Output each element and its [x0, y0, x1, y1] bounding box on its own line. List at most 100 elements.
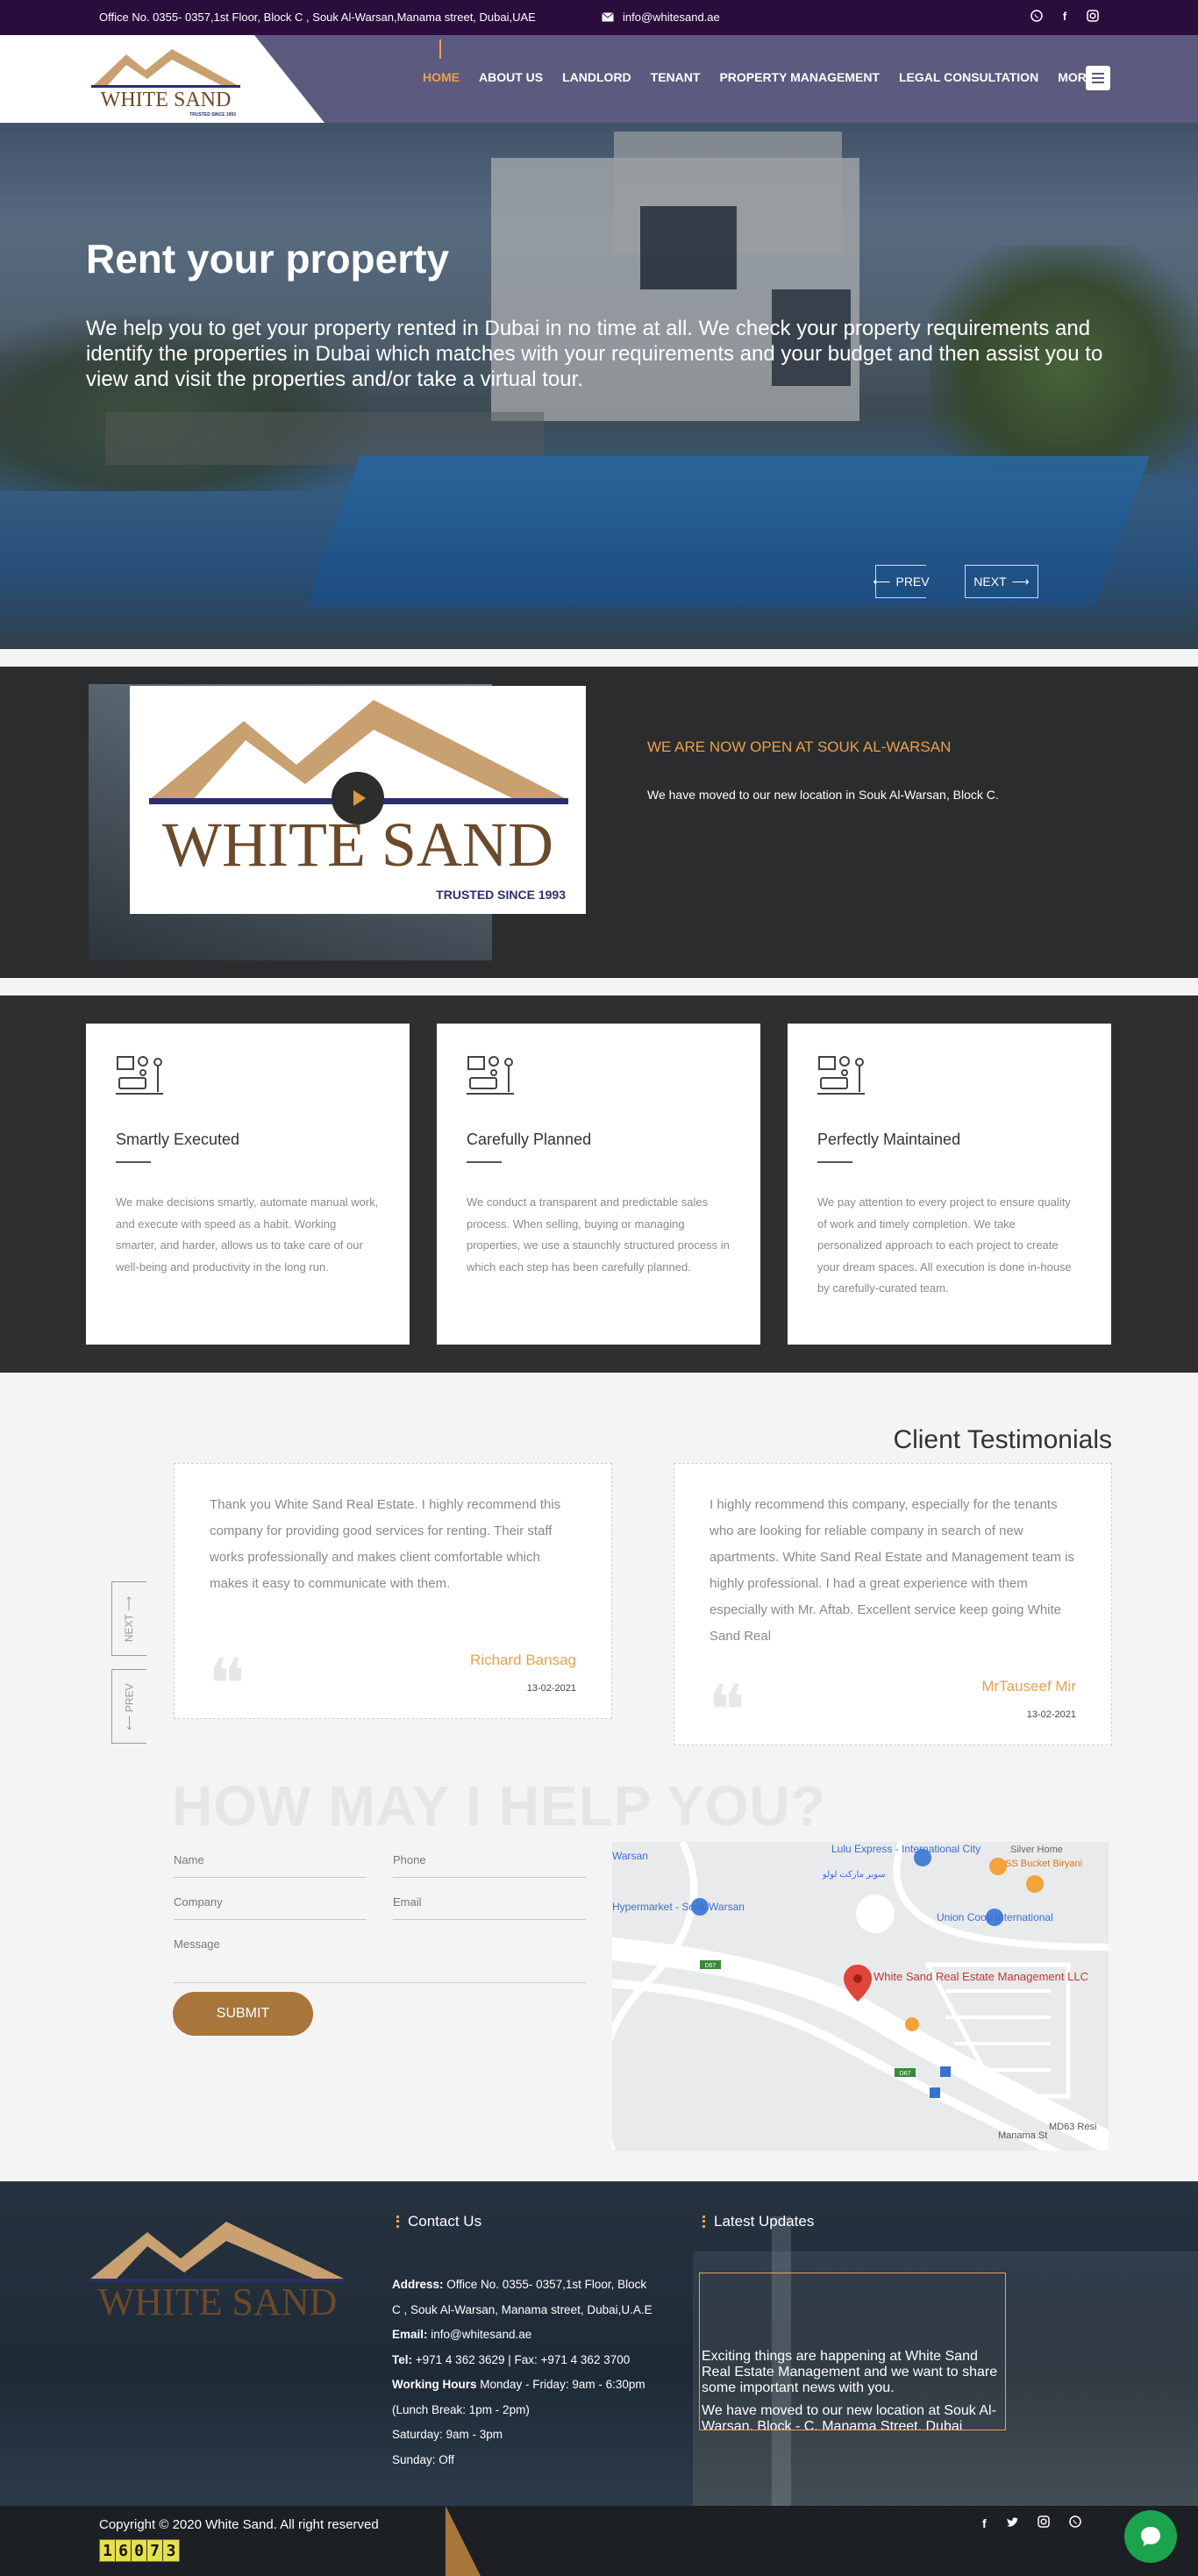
chat-bubble-icon[interactable] [1124, 2510, 1177, 2563]
hero-slider: Rent your property We help you to get yo… [0, 123, 1198, 649]
whatsapp-icon[interactable] [1068, 2515, 1081, 2530]
footer-contact-title: Contact Us [408, 2213, 482, 2230]
hero-prev-button[interactable]: ⟵ PREV [873, 565, 930, 598]
nav-active-marker [439, 39, 441, 59]
feature-card: Perfectly Maintained We pay attention to… [788, 1024, 1111, 1345]
footer-sunday: Sunday: Off [392, 2452, 455, 2466]
whatsapp-icon[interactable] [1030, 9, 1044, 23]
hero-next-button[interactable]: NEXT ⟶ [965, 565, 1038, 598]
footer-updates-title: Latest Updates [714, 2213, 815, 2230]
living-room-icon [817, 1056, 865, 1095]
restaurant-pin-icon[interactable] [905, 2017, 919, 2031]
testimonials-title: Client Testimonials [893, 1425, 1112, 1454]
phone-field[interactable]: Phone [393, 1853, 586, 1878]
counter-digit: 6 [116, 2540, 132, 2561]
email-field[interactable]: Email [393, 1895, 586, 1920]
road-sign-d67-label: D67 [705, 1963, 717, 1969]
map-label-hypermarket: Hypermarket - Souk Warsan [612, 1901, 745, 1913]
company-field[interactable]: Company [174, 1895, 367, 1920]
instagram-icon[interactable] [1086, 9, 1100, 23]
heading-dots-icon [702, 2216, 705, 2228]
email-link[interactable]: info@whitesand.ae [602, 11, 720, 24]
update-item: Exciting things are happening at White S… [702, 2349, 998, 2395]
phone-placeholder: Phone [393, 1853, 426, 1866]
bus-stop-icon[interactable] [930, 2087, 940, 2098]
video-heading: WE ARE NOW OPEN AT SOUK AL-WARSAN [647, 739, 952, 755]
map-label-manama-st: Manama St [998, 2130, 1047, 2141]
submit-button[interactable]: SUBMIT [173, 1992, 313, 2036]
address-label: Address: [392, 2278, 444, 2291]
arrow-left-icon: ⟵ [873, 574, 891, 589]
copyright-text: Copyright © 2020 White Sand. All right r… [99, 2517, 379, 2532]
video-logo-tagline: TRUSTED SINCE 1993 [436, 888, 566, 902]
footer-tel[interactable]: +971 4 362 3629 | Fax: +971 4 362 3700 [416, 2353, 630, 2366]
instagram-icon[interactable] [1037, 2515, 1050, 2530]
hamburger-menu-icon[interactable] [1086, 66, 1110, 90]
feature-text: We conduct a transparent and predictable… [467, 1195, 730, 1274]
counter-digit: 7 [147, 2540, 163, 2561]
email-placeholder: Email [393, 1895, 422, 1909]
quote-icon: ❝ [708, 1670, 746, 1752]
logo-tagline: TRUSTED SINCE 1993 [189, 112, 236, 118]
play-icon[interactable] [332, 772, 384, 824]
counter-digit: 3 [163, 2540, 179, 2561]
nav-landlord[interactable]: LANDLORD [562, 70, 631, 84]
testimonial-next-button[interactable]: NEXT ⟶ [111, 1581, 146, 1656]
message-field[interactable]: Message [174, 1937, 586, 1983]
footer-saturday: Saturday: 9am - 3pm [392, 2428, 503, 2441]
bus-stop-icon[interactable] [940, 2066, 951, 2077]
logo-wordmark: WHITE SAND [101, 89, 232, 111]
name-placeholder: Name [174, 1853, 204, 1866]
footer-contact-info: Address: Office No. 0355- 0357,1st Floor… [392, 2273, 655, 2473]
main-nav: HOME ABOUT US LANDLORD TENANT PROPERTY M… [423, 70, 1095, 84]
bottom-social-links: f [982, 2515, 1081, 2530]
name-field[interactable]: Name [174, 1853, 367, 1878]
testimonial-date: 13-02-2021 [526, 1683, 576, 1694]
road-sign-d67-label: D67 [900, 2071, 911, 2077]
nav-legal-consultation[interactable]: LEGAL CONSULTATION [899, 70, 1038, 84]
nav-property-management[interactable]: PROPERTY MANAGEMENT [719, 70, 880, 84]
restaurant-pin-icon[interactable] [989, 1858, 1007, 1875]
restaurant-pin-icon[interactable] [1026, 1875, 1044, 1893]
nav-home[interactable]: HOME [423, 70, 460, 84]
arrow-right-icon: ⟶ [1011, 574, 1030, 589]
top-bar: Office No. 0355- 0357,1st Floor, Block C… [0, 0, 1198, 35]
feature-text: We pay attention to every project to ens… [817, 1195, 1072, 1295]
feature-divider [116, 1161, 151, 1163]
feature-title: Smartly Executed [116, 1131, 240, 1148]
latest-updates-ticker: Exciting things are happening at White S… [699, 2273, 1006, 2430]
update-item: We have moved to our new location at Sou… [702, 2403, 996, 2430]
footer-updates-heading: Latest Updates [702, 2213, 814, 2230]
twitter-icon[interactable] [1006, 2516, 1018, 2530]
visitor-counter: 1 6 0 7 3 [99, 2539, 180, 2562]
testimonial-card: Thank you White Sand Real Estate. I high… [174, 1463, 612, 1725]
footer-logo[interactable]: WHITE SAND [86, 2215, 349, 2323]
email-label: Email: [392, 2328, 428, 2341]
testimonial-text: Thank you White Sand Real Estate. I high… [210, 1497, 561, 1591]
testimonial-text: I highly recommend this company, especia… [710, 1497, 1075, 1644]
facebook-icon[interactable]: f [982, 2516, 987, 2530]
testimonial-author: Richard Bansag [470, 1652, 576, 1668]
nav-about-us[interactable]: ABOUT US [479, 70, 543, 84]
map-label-union-coop: Union Coop International [937, 1911, 1053, 1923]
feature-card: Smartly Executed We make decisions smart… [86, 1024, 410, 1345]
map-canvas: D67 D67 White Sand Real Estate Managemen… [612, 1842, 1109, 2151]
footer-logo-wordmark: WHITE SAND [98, 2280, 338, 2320]
footer-email[interactable]: info@whitesand.ae [431, 2328, 531, 2341]
feature-title: Carefully Planned [467, 1131, 592, 1148]
quote-icon: ❝ [208, 1644, 246, 1725]
testimonial-prev-button[interactable]: ⟵ PREV [111, 1669, 146, 1744]
site-logo[interactable]: WHITE SAND TRUSTED SINCE 1993 [91, 44, 240, 118]
feature-text: We make decisions smartly, automate manu… [116, 1195, 379, 1274]
location-map[interactable]: D67 D67 White Sand Real Estate Managemen… [612, 1842, 1109, 2151]
living-room-icon [467, 1056, 514, 1095]
map-label-ss-bucket-biryani: SS Bucket Biryani [1005, 1859, 1082, 1869]
nav-tenant[interactable]: TENANT [651, 70, 701, 84]
map-label-white-sand: White Sand Real Estate Management LLC [874, 1970, 1088, 1983]
envelope-icon [602, 12, 614, 22]
counter-digit: 0 [132, 2540, 147, 2561]
facebook-icon[interactable]: f [1058, 9, 1072, 23]
video-message: We have moved to our new location in Sou… [647, 788, 999, 802]
feature-title: Perfectly Maintained [817, 1131, 961, 1148]
feature-card: Carefully Planned We conduct a transpare… [437, 1024, 760, 1345]
